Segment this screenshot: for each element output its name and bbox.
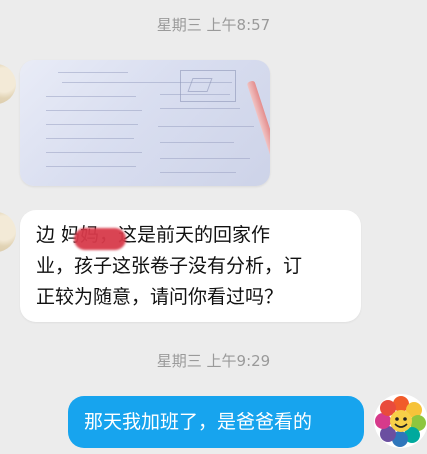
message-line-3: 正较为随意，请问你看过吗？ — [36, 286, 284, 308]
flower-avatar-icon[interactable] — [374, 394, 427, 448]
reply-text: 那天我加班了，是爸爸看的 — [84, 411, 313, 433]
timestamp-2: 星期三 上午9:29 — [156, 352, 271, 370]
contact-avatar-1[interactable] — [0, 64, 16, 104]
photo-message[interactable] — [20, 60, 270, 186]
message-line-2: 业，孩子这张卷子没有分析，订 — [36, 255, 303, 277]
pencil-image-detail — [246, 80, 270, 186]
contact-avatar-2[interactable] — [0, 212, 16, 252]
timestamp-1: 星期三 上午8:57 — [156, 16, 271, 34]
incoming-message-bubble[interactable]: 边 妈妈，这是前天的回家作 业，孩子这张卷子没有分析，订 正较为随意，请问你看过… — [20, 210, 361, 322]
outgoing-message-bubble[interactable]: 那天我加班了，是爸爸看的 — [68, 396, 364, 448]
redaction-mark — [74, 228, 126, 250]
